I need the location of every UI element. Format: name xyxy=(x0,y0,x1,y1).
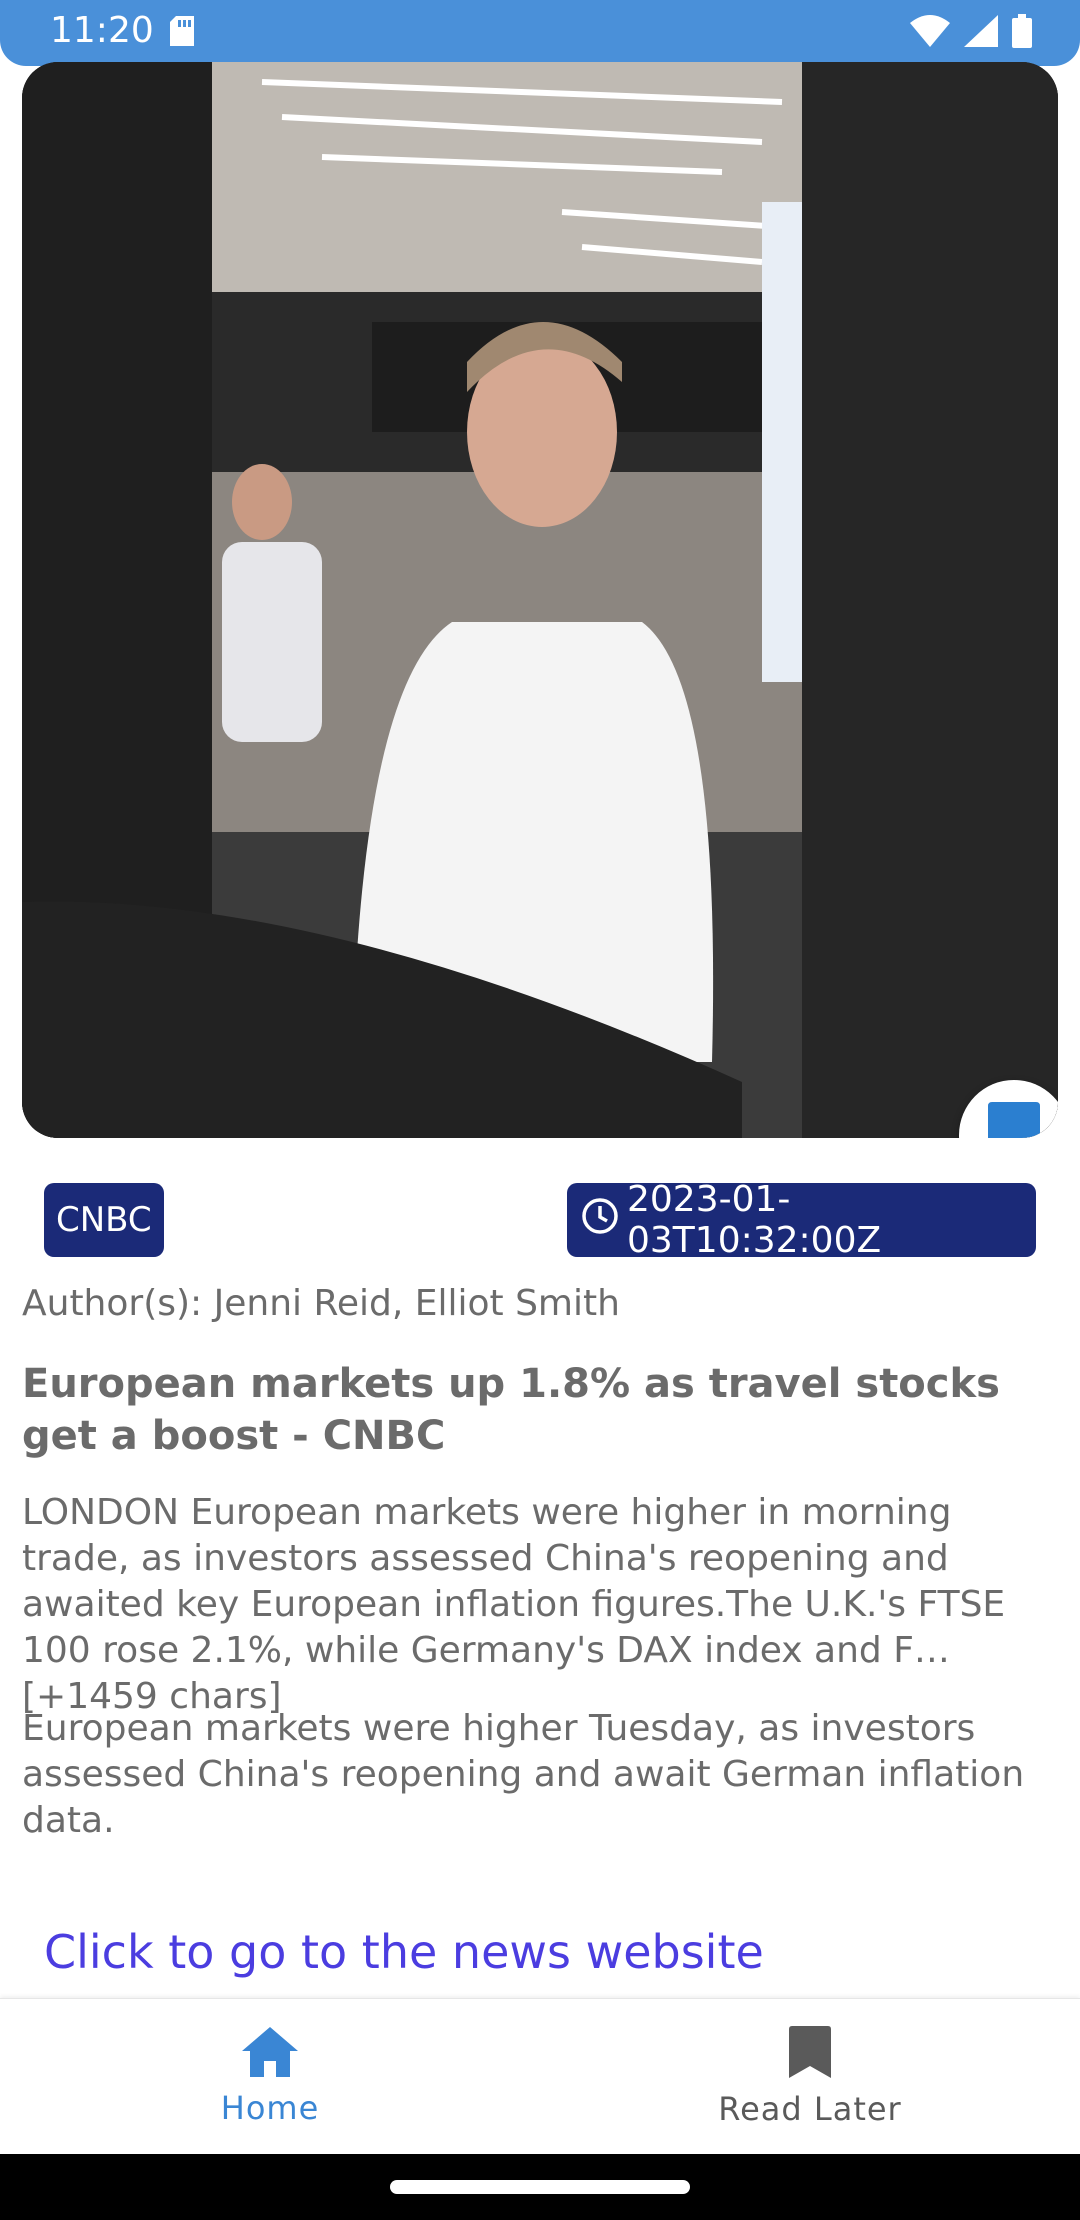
wifi-icon xyxy=(910,15,950,51)
nav-item-home[interactable]: Home xyxy=(0,1999,540,2155)
bookmark-icon xyxy=(789,2026,831,2082)
article-description: European markets were higher Tuesday, as… xyxy=(22,1708,1025,1841)
battery-icon xyxy=(1012,14,1032,52)
source-chip: CNBC xyxy=(44,1183,164,1257)
nav-label-read-later: Read Later xyxy=(718,2090,902,2128)
status-icons xyxy=(910,14,1032,52)
signal-icon xyxy=(964,15,998,51)
status-bar: 11:20 xyxy=(0,0,1080,66)
news-website-link[interactable]: Click to go to the news website xyxy=(44,1925,764,1979)
home-gesture-handle[interactable] xyxy=(390,2180,690,2194)
published-date-chip: 2023-01-03T10:32:00Z xyxy=(567,1179,1036,1261)
bookmark-icon xyxy=(988,1102,1040,1138)
article-authors: Author(s): Jenni Reid, Elliot Smith xyxy=(22,1283,620,1324)
nav-label-home: Home xyxy=(220,2089,320,2127)
article-image xyxy=(22,62,1058,1138)
sd-card-icon xyxy=(170,16,194,50)
nav-item-read-later[interactable]: Read Later xyxy=(540,1999,1080,2155)
published-date: 2023-01-03T10:32:00Z xyxy=(627,1179,882,1261)
status-time: 11:20 xyxy=(50,10,154,51)
bottom-navigation: Home Read Later xyxy=(0,1998,1080,2155)
article-title: European markets up 1.8% as travel stock… xyxy=(22,1361,1000,1459)
article-content: LONDON European markets were higher in m… xyxy=(22,1492,1006,1717)
clock-icon xyxy=(581,1197,619,1244)
home-icon xyxy=(242,2027,298,2081)
source-label: CNBC xyxy=(56,1200,152,1240)
system-navigation-bar xyxy=(0,2154,1080,2220)
